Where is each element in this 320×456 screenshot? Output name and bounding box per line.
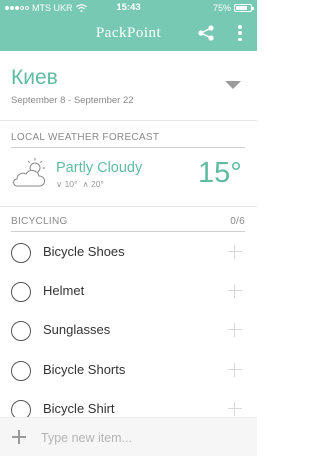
item-label: Helmet (43, 283, 85, 298)
weather-section-title: LOCAL WEATHER FORECAST (11, 132, 160, 143)
add-item-icon[interactable] (12, 430, 26, 444)
divider (0, 120, 257, 121)
checkbox-circle[interactable] (11, 282, 31, 302)
packed-count: 0/6 (230, 216, 245, 227)
plus-icon[interactable] (228, 245, 242, 259)
battery-percent: 75% (212, 2, 231, 13)
list-item[interactable]: Bicycle Shoes (0, 234, 257, 273)
carrier-name: MTS UKR (32, 2, 73, 13)
item-label: Bicycle Shorts (43, 362, 126, 377)
section-divider (11, 231, 245, 232)
carrier-group: MTS UKR (5, 3, 213, 13)
checkbox-circle[interactable] (11, 361, 31, 381)
plus-icon[interactable] (228, 402, 242, 416)
new-item-input[interactable] (41, 428, 241, 448)
nav-bar: PackPoint (0, 15, 257, 51)
temperature-low: ∨ 10° (56, 179, 78, 189)
list-item[interactable]: Bicycle Shorts (0, 352, 257, 391)
bicycling-section-header[interactable]: BICYCLING 0/6 (11, 216, 245, 227)
weather-section-header: LOCAL WEATHER FORECAST (11, 132, 245, 143)
trip-dates: September 8 - September 22 (11, 95, 134, 106)
list-item[interactable]: Sunglasses (0, 312, 257, 351)
weather-card: Partly Cloudy ∨ 10° ∧ 20° 15° (11, 157, 251, 197)
share-icon[interactable] (196, 24, 216, 42)
divider (0, 206, 257, 207)
bicycling-section-title: BICYCLING (11, 216, 68, 227)
temperature-high: ∧ 20° (82, 179, 104, 189)
status-bar: MTS UKR 15:43 75% (0, 0, 257, 15)
trip-header[interactable]: Киев September 8 - September 22 (11, 65, 251, 106)
plus-icon[interactable] (228, 363, 242, 377)
list-item[interactable]: Helmet (0, 273, 257, 312)
trip-city: Киев (11, 66, 58, 89)
current-temperature: 15° (198, 157, 242, 189)
item-label: Bicycle Shoes (43, 244, 125, 259)
dropdown-caret-icon[interactable] (225, 81, 241, 89)
signal-strength-icon (5, 5, 29, 10)
checkbox-circle[interactable] (11, 321, 31, 341)
item-label: Sunglasses (43, 322, 111, 337)
plus-icon[interactable] (228, 323, 242, 337)
section-divider (11, 147, 245, 148)
partly-cloudy-icon (13, 158, 46, 187)
item-label: Bicycle Shirt (43, 401, 115, 416)
battery-icon (234, 3, 254, 12)
more-vertical-icon[interactable] (234, 23, 246, 43)
checkbox-circle[interactable] (11, 243, 31, 263)
new-item-bar (0, 417, 257, 456)
weather-condition: Partly Cloudy (56, 160, 143, 176)
temperature-range: ∨ 10° ∧ 20° (56, 179, 104, 190)
battery-group: 75% (212, 2, 254, 13)
wifi-icon (75, 3, 87, 12)
plus-icon[interactable] (228, 284, 242, 298)
app-title: PackPoint (95, 25, 162, 41)
